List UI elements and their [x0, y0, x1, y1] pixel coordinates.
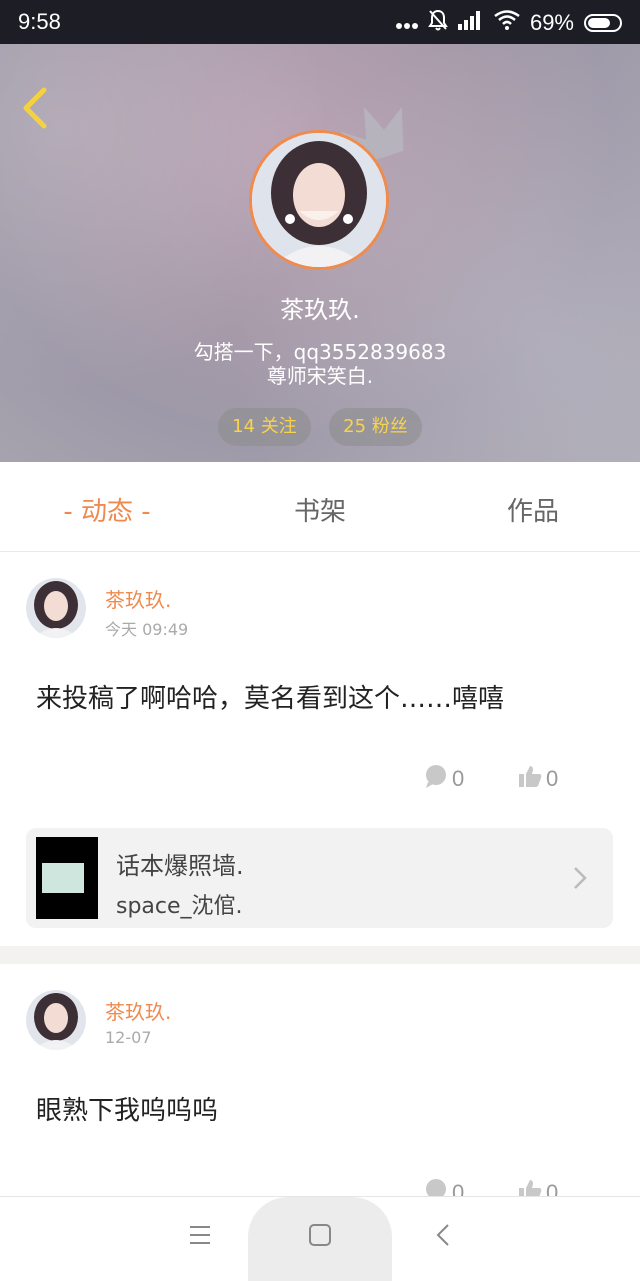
link-subtitle: space_沈倌.	[116, 894, 243, 919]
profile-header: 茶玖玖. 勾搭一下，qq3552839683 尊师宋笑白. 14 关注 25 粉…	[0, 44, 640, 462]
feed-post[interactable]: 茶玖玖. 今天 09:49 来投稿了啊哈哈，莫名看到这个……嘻嘻 0 0 话本爆…	[0, 552, 640, 946]
comment-button[interactable]: 0	[424, 764, 464, 794]
bio-line-2: 尊师宋笑白.	[266, 364, 374, 388]
profile-tabs: - 动态 - 书架 作品	[0, 463, 640, 552]
post-author-name[interactable]: 茶玖玖.	[105, 584, 171, 613]
follow-count-pill[interactable]: 14 关注	[218, 408, 311, 446]
post-time: 今天 09:49	[105, 620, 189, 639]
bio-line-1: 勾搭一下，qq3552839683	[193, 340, 447, 364]
post-author-name[interactable]: 茶玖玖.	[105, 996, 171, 1025]
bell-muted-icon	[428, 9, 448, 37]
comment-count: 0	[452, 1180, 465, 1196]
status-bar: 9:58 69%	[0, 0, 640, 44]
post-text: 眼熟下我呜呜呜	[36, 1096, 219, 1126]
back-arrow-icon[interactable]	[16, 86, 56, 130]
profile-name: 茶玖玖.	[280, 296, 360, 324]
post-text: 来投稿了啊哈哈，莫名看到这个……嘻嘻	[36, 684, 505, 714]
system-nav-bar	[0, 1196, 640, 1281]
tab-bookshelf[interactable]: 书架	[220, 491, 420, 528]
like-count: 0	[546, 766, 559, 791]
menu-icon[interactable]	[188, 1223, 212, 1251]
like-count: 0	[546, 1180, 559, 1196]
like-button[interactable]: 0	[518, 1178, 558, 1196]
post-author-avatar[interactable]	[26, 990, 86, 1050]
link-thumbnail	[36, 837, 98, 919]
post-separator	[0, 946, 640, 964]
back-icon[interactable]	[432, 1223, 456, 1251]
status-icons: 69%	[395, 9, 622, 37]
comment-button[interactable]: 0	[424, 1178, 464, 1196]
home-icon[interactable]	[308, 1223, 332, 1251]
like-icon	[518, 1178, 542, 1196]
feed-post[interactable]: 茶玖玖. 12-07 眼熟下我呜呜呜 0 0	[0, 964, 640, 1196]
post-author-avatar[interactable]	[26, 578, 86, 638]
comment-count: 0	[452, 766, 465, 791]
tab-dynamics[interactable]: - 动态 -	[7, 491, 207, 528]
profile-bio: 勾搭一下，qq3552839683 尊师宋笑白.	[0, 340, 640, 388]
fans-count-pill[interactable]: 25 粉丝	[329, 408, 422, 446]
like-button[interactable]: 0	[518, 764, 558, 794]
more-dots-icon	[395, 10, 418, 36]
battery-icon	[584, 14, 622, 32]
post-time: 12-07	[105, 1028, 152, 1047]
signal-icon	[457, 10, 484, 36]
status-time: 9:58	[18, 9, 61, 34]
battery-percent: 69%	[529, 10, 574, 35]
tab-works[interactable]: 作品	[433, 491, 633, 528]
comment-icon	[424, 1178, 448, 1196]
comment-icon	[424, 764, 448, 794]
wifi-icon	[494, 10, 520, 36]
linked-content-card[interactable]: 话本爆照墙. space_沈倌.	[26, 828, 613, 928]
chevron-right-icon	[573, 866, 587, 894]
link-title: 话本爆照墙.	[116, 852, 244, 880]
profile-avatar[interactable]	[249, 130, 389, 270]
like-icon	[518, 764, 542, 794]
